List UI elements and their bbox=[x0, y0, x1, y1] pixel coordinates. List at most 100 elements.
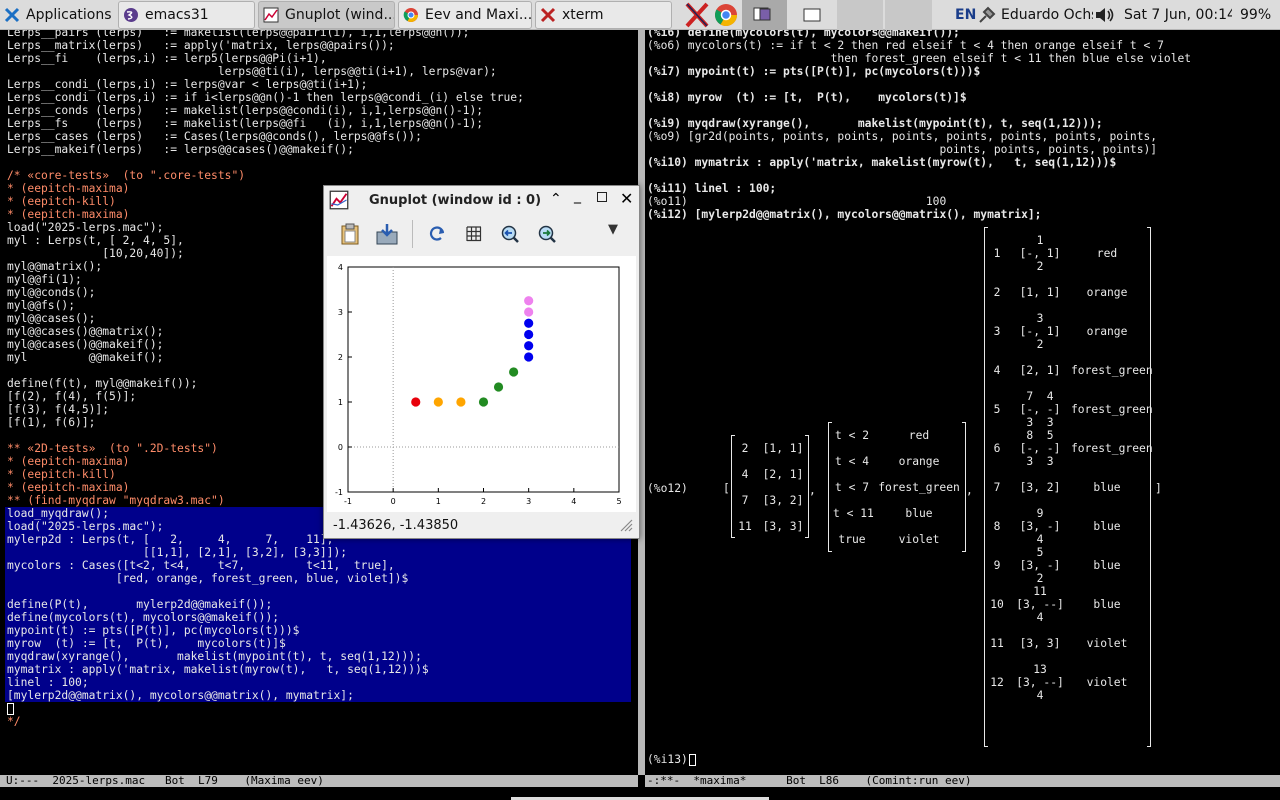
gnuplot-window[interactable]: Gnuplot (window id : 0) ⌃ _ ✕ ▼ -1 0 1 2 3 4 5… bbox=[323, 185, 640, 539]
workspace-3[interactable] bbox=[837, 0, 883, 30]
launcher-chrome[interactable] bbox=[712, 0, 740, 30]
workspace-4[interactable] bbox=[885, 0, 932, 30]
code-line[interactable]: define(mycolors(t), mycolors@@makeif()); bbox=[5, 611, 631, 624]
code-line[interactable]: myl@@cases()@@makeif(); bbox=[7, 338, 163, 351]
code-line[interactable]: [[1,1], [2,1], [3,2], [3,3]]); bbox=[5, 546, 631, 559]
repl-line[interactable]: (%o9) [gr2d(points, points, points, poin… bbox=[647, 130, 1157, 143]
code-comment-line[interactable]: * (eepitch-maxima) bbox=[7, 182, 129, 195]
code-line[interactable]: define(P(t), mylerp2d@@makeif()); bbox=[5, 598, 631, 611]
code-comment-line[interactable]: * (eepitch-maxima) bbox=[7, 208, 129, 221]
code-line[interactable] bbox=[5, 585, 631, 598]
shade-up-icon[interactable]: ⌃ bbox=[550, 191, 562, 207]
code-line[interactable]: mymatrix : apply('matrix, makelist(myrow… bbox=[5, 663, 631, 676]
repl-line[interactable]: points, points, points, points)] bbox=[647, 143, 1157, 156]
task-chrome[interactable]: Eev and Maxi... bbox=[398, 1, 532, 29]
code-line[interactable]: Lerps__cases (lerps) := Cases(lerps@@con… bbox=[7, 130, 422, 143]
code-comment-line[interactable]: /* «core-tests» (to ".core-tests") bbox=[7, 169, 245, 182]
code-line[interactable]: myl : Lerps(t, [ 2, 4, 5], bbox=[7, 234, 184, 247]
code-line[interactable]: define(f(t), myl@@makeif()); bbox=[7, 377, 197, 390]
code-line[interactable]: Lerps__conds (lerps) := makelist(lerps@@… bbox=[7, 104, 483, 117]
code-line[interactable]: [f(1), f(6)]; bbox=[7, 416, 95, 429]
code-line[interactable]: Lerps__fs (lerps) := makelist(lerps@@fi … bbox=[7, 117, 483, 130]
code-line[interactable]: [red, orange, forest_green, blue, violet… bbox=[5, 572, 631, 585]
minimize-icon[interactable]: _ bbox=[574, 188, 581, 204]
code-line[interactable]: myl@@conds(); bbox=[7, 286, 95, 299]
close-icon[interactable]: ✕ bbox=[620, 189, 633, 208]
matrix-cell: forest_green bbox=[1071, 403, 1153, 416]
repl-line[interactable]: (%i12) [mylerp2d@@matrix(), mycolors@@ma… bbox=[647, 208, 1041, 221]
repl-line[interactable]: (%i11) linel : 100; bbox=[647, 182, 776, 195]
matrix-cell: 1 bbox=[993, 247, 1001, 260]
task-xterm[interactable]: xterm bbox=[535, 1, 672, 29]
volume-icon[interactable] bbox=[1094, 1, 1118, 29]
export-icon[interactable] bbox=[374, 222, 400, 246]
repl-line[interactable]: (%o11) 100 bbox=[647, 195, 946, 208]
code-line[interactable]: Lerps__makeif(lerps) := lerps@@cases()@@… bbox=[7, 143, 354, 156]
repl-line[interactable]: (%i9) myqdraw(xyrange(), makelist(mypoin… bbox=[647, 117, 1103, 130]
battery-indicator[interactable]: 99% bbox=[1240, 1, 1276, 29]
speaker-icon bbox=[1096, 8, 1114, 22]
code-line[interactable]: mypoint(t) := pts([P(t)], pc(mycolors(t)… bbox=[5, 624, 631, 637]
zoom-next-icon[interactable] bbox=[537, 224, 557, 244]
code-line[interactable]: Lerps__condi_(lerps,i) := lerps@var < le… bbox=[7, 78, 367, 91]
user-name[interactable]: Eduardo Ochs bbox=[1001, 1, 1093, 29]
workspace-1[interactable] bbox=[742, 0, 787, 30]
matrix-cell: [1, 1] bbox=[762, 442, 804, 455]
repl-line[interactable]: (%o6) mycolors(t) := if t < 2 then red e… bbox=[647, 39, 1164, 52]
task-gnuplot[interactable]: Gnuplot (wind... bbox=[258, 1, 395, 29]
code-line[interactable]: Lerps__matrix(lerps) := apply('matrix, l… bbox=[7, 39, 395, 52]
code-comment-line[interactable]: * (eepitch-maxima) bbox=[7, 455, 129, 468]
repl-line[interactable]: then forest_green elseif t < 11 then blu… bbox=[647, 52, 1191, 65]
maximize-icon[interactable] bbox=[597, 192, 607, 202]
code-line[interactable]: [mylerp2d@@matrix(), mycolors@@matrix(),… bbox=[5, 689, 631, 702]
code-line[interactable]: lerps@@ti(i), lerps@@ti(i+1), lerps@var)… bbox=[7, 65, 497, 78]
repl-prompt: (%i13) bbox=[647, 753, 688, 766]
gnuplot-titlebar[interactable]: Gnuplot (window id : 0) ⌃ _ ✕ bbox=[324, 186, 639, 214]
minibuffer[interactable] bbox=[0, 787, 1280, 800]
code-comment-line[interactable]: ** (find-myqdraw "myqdraw3.mac") bbox=[7, 494, 225, 507]
code-line[interactable]: myqdraw(xyrange(), makelist(mypoint(t), … bbox=[5, 650, 631, 663]
launcher-x[interactable] bbox=[684, 0, 710, 30]
code-line[interactable]: [f(3), f(4,5)]; bbox=[7, 403, 109, 416]
code-comment-line[interactable]: * (eepitch-kill) bbox=[7, 195, 116, 208]
code-line[interactable]: myl @@makeif(); bbox=[7, 351, 163, 364]
code-line[interactable]: myl@@fi(1); bbox=[7, 273, 82, 286]
code-line[interactable]: myl@@cases()@@matrix(); bbox=[7, 325, 163, 338]
network-icon[interactable] bbox=[977, 1, 999, 29]
code-line[interactable]: myl@@cases(); bbox=[7, 312, 95, 325]
matrix-fraction-numerator: 9 bbox=[1036, 507, 1044, 520]
copy-icon[interactable] bbox=[339, 222, 361, 246]
code-line[interactable]: Lerps__fi (lerps,i) := lerp5(lerps@@Pi(i… bbox=[7, 52, 327, 65]
gnuplot-plot-area[interactable]: -1 0 1 2 3 4 5 -1 0 1 2 3 4 bbox=[327, 256, 636, 512]
repl-line[interactable]: (%i10) mymatrix : apply('matrix, makelis… bbox=[647, 156, 1116, 169]
applications-menu[interactable]: Applications : bbox=[4, 1, 116, 29]
workspace-2[interactable] bbox=[789, 0, 835, 30]
code-line[interactable]: load("2025-lerps.mac"); bbox=[7, 221, 163, 234]
code-line[interactable]: Lerps__condi (lerps,i) := if i<lerps@@n(… bbox=[7, 91, 524, 104]
dropdown-icon[interactable]: ▼ bbox=[608, 222, 618, 237]
code-line[interactable]: [10,20,40]); bbox=[7, 247, 184, 260]
replot-icon[interactable] bbox=[428, 225, 446, 243]
task-emacs[interactable]: emacs31 bbox=[118, 1, 255, 29]
code-comment-line[interactable]: * (eepitch-maxima) bbox=[7, 481, 129, 494]
repl-line[interactable]: (%i6) define(mycolors(t), mycolors@@make… bbox=[647, 30, 960, 39]
code-line[interactable]: myl@@fs(); bbox=[7, 299, 75, 312]
keyboard-layout[interactable]: EN bbox=[955, 1, 977, 29]
clock[interactable]: Sat 7 Jun, 00:14 bbox=[1124, 1, 1232, 29]
maxima-repl-pane[interactable]: (%i6) define(mycolors(t), mycolors@@make… bbox=[645, 30, 1280, 775]
zoom-prev-icon[interactable] bbox=[500, 224, 520, 244]
scatter-point bbox=[411, 397, 421, 407]
code-line[interactable]: linel : 100; bbox=[5, 676, 631, 689]
resize-grip-icon[interactable] bbox=[619, 518, 633, 532]
repl-line[interactable]: (%i7) mypoint(t) := pts([P(t)], pc(mycol… bbox=[647, 65, 980, 78]
code-line[interactable]: Lerps__pairs (lerps) := makelist(lerps@@… bbox=[7, 30, 470, 39]
code-comment-line[interactable]: ** «2D-tests» (to ".2D-tests") bbox=[7, 442, 218, 455]
code-line[interactable]: myrow (t) := [t, P(t), mycolors(t)]$ bbox=[5, 637, 631, 650]
grid-icon[interactable] bbox=[465, 225, 483, 243]
code-comment-line[interactable]: * (eepitch-kill) bbox=[7, 468, 116, 481]
code-line[interactable]: mycolors : Cases([t<2, t<4, t<7, t<11, t… bbox=[5, 559, 631, 572]
code-line[interactable]: [f(2), f(4), f(5)]; bbox=[7, 390, 136, 403]
code-line[interactable]: myl@@matrix(); bbox=[7, 260, 102, 273]
repl-line[interactable]: (%i8) myrow (t) := [t, P(t), mycolors(t)… bbox=[647, 91, 967, 104]
code-line[interactable]: */ bbox=[7, 715, 21, 728]
